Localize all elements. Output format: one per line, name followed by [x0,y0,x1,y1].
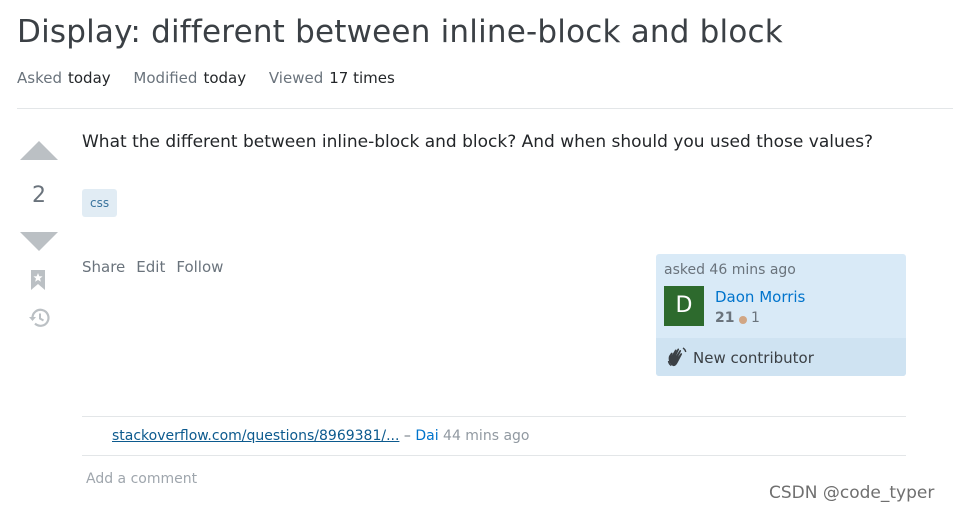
vote-count: 2 [32,183,46,208]
tag-css[interactable]: css [82,189,118,217]
user-name-link[interactable]: Daon Morris [715,288,805,306]
avatar[interactable]: D [664,286,704,326]
comment-item: stackoverflow.com/questions/8969381/... … [112,428,529,444]
bookmark-icon[interactable] [30,269,48,295]
follow-link[interactable]: Follow [176,258,223,276]
share-link[interactable]: Share [82,258,125,276]
question-title[interactable]: Display: different between inline-block … [17,14,783,50]
downvote-button[interactable] [20,232,58,251]
comments-divider-bottom [82,455,906,456]
comment-author[interactable]: Dai [415,428,438,444]
history-icon[interactable] [27,307,51,333]
header-divider [17,108,953,109]
question-body: What the different between inline-block … [82,132,874,152]
viewed-label: Viewed [268,69,324,87]
modified-label: Modified [133,69,198,87]
question-page: Display: different between inline-block … [0,0,953,512]
waving-hand-icon [666,346,688,372]
reputation-score: 21 [715,310,735,326]
asked-time[interactable]: asked 46 mins ago [664,262,796,278]
add-comment-link[interactable]: Add a comment [86,471,197,487]
post-menu: Share Edit Follow [82,258,234,276]
user-card: asked 46 mins ago D Daon Morris 21 1 New… [656,254,906,376]
comment-link[interactable]: stackoverflow.com/questions/8969381/... [112,428,399,444]
modified-value[interactable]: today [203,69,246,87]
new-contributor-label: New contributor [693,349,814,367]
comment-separator: – [403,428,411,444]
bronze-badge-icon [739,316,747,324]
new-contributor-banner[interactable]: New contributor [656,338,906,376]
upvote-button[interactable] [20,141,58,160]
comment-time[interactable]: 44 mins ago [443,428,529,444]
bronze-badge-count: 1 [751,310,760,326]
asked-value[interactable]: today [68,69,111,87]
watermark: CSDN @code_typer [769,483,935,503]
viewed-value: 17 times [329,69,395,87]
comments-divider-top [82,416,906,417]
question-meta: Asked today Modified today Viewed 17 times [17,69,413,87]
asked-label: Asked [17,69,62,87]
edit-link[interactable]: Edit [136,258,165,276]
